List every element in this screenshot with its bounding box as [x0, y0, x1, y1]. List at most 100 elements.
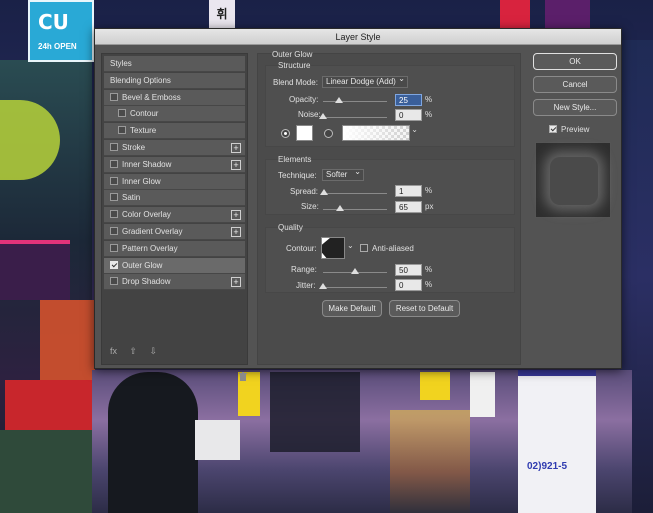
styles-list-item[interactable]: Color Overlay +: [104, 207, 245, 224]
glow-gradient-picker[interactable]: [342, 125, 418, 141]
styles-list-item[interactable]: Drop Shadow +: [104, 274, 245, 291]
style-label: Outer Glow: [122, 260, 163, 270]
spread-label: Spread:: [290, 187, 319, 196]
add-style-icon[interactable]: +: [231, 143, 241, 153]
chevron-down-icon[interactable]: ⌄: [347, 241, 354, 250]
styles-list-item[interactable]: Blending Options: [104, 72, 245, 89]
yellow-sign-2: [420, 372, 450, 400]
reset-to-default-button[interactable]: Reset to Default: [389, 300, 460, 317]
style-label: Pattern Overlay: [122, 243, 178, 253]
style-checkbox[interactable]: [110, 277, 118, 286]
elements-heading: Elements: [278, 155, 312, 164]
new-style-button[interactable]: New Style...: [533, 99, 617, 116]
gradient-radio[interactable]: [324, 129, 333, 138]
add-style-icon[interactable]: +: [231, 227, 241, 237]
move-up-icon[interactable]: ⇧: [130, 346, 138, 356]
add-style-icon[interactable]: +: [231, 159, 241, 170]
range-slider-thumb[interactable]: [351, 268, 359, 274]
style-checkbox[interactable]: [110, 143, 118, 151]
purple-sign: [545, 0, 590, 28]
add-style-icon[interactable]: +: [231, 210, 241, 221]
add-style-icon[interactable]: +: [231, 277, 241, 288]
structure-heading: Structure: [278, 61, 311, 70]
styles-list-item[interactable]: Inner Glow: [104, 173, 245, 190]
styles-list-item[interactable]: Contour: [104, 106, 245, 123]
style-checkbox[interactable]: [110, 210, 118, 219]
noise-input[interactable]: 0: [395, 109, 422, 121]
fx-icon[interactable]: fx: [110, 346, 117, 356]
style-label: Blending Options: [110, 75, 171, 85]
top-sign: 휘: [209, 0, 235, 28]
white-sign: [195, 420, 240, 460]
make-default-button[interactable]: Make Default: [322, 300, 382, 317]
style-checkbox[interactable]: [110, 227, 118, 235]
move-down-icon[interactable]: ⇩: [150, 346, 158, 356]
jitter-slider-thumb[interactable]: [319, 283, 327, 289]
pillar-phone: 02)921-5: [527, 461, 568, 472]
style-label: Drop Shadow: [122, 277, 171, 287]
spread-slider[interactable]: [323, 193, 387, 194]
convenience-store-sign: CU 24h OPEN: [28, 0, 94, 62]
style-label: Gradient Overlay: [122, 227, 183, 236]
store-brand: CU: [38, 10, 69, 34]
jitter-unit: %: [425, 280, 433, 289]
style-checkbox[interactable]: [110, 159, 118, 168]
size-slider[interactable]: [323, 209, 387, 210]
crowd: [270, 372, 360, 452]
noise-unit: %: [425, 110, 433, 119]
styles-list-item[interactable]: Pattern Overlay: [104, 240, 245, 257]
style-checkbox[interactable]: [110, 260, 118, 269]
style-checkbox[interactable]: [110, 243, 118, 252]
contour-label: Contour:: [286, 244, 317, 253]
dialog-title[interactable]: Layer Style: [95, 29, 621, 45]
jitter-slider[interactable]: [323, 287, 387, 288]
solid-color-radio[interactable]: [281, 129, 290, 138]
range-input[interactable]: 50: [395, 264, 422, 276]
spread-unit: %: [425, 186, 433, 195]
styles-list-item[interactable]: Gradient Overlay +: [104, 224, 245, 240]
opacity-slider-thumb[interactable]: [335, 97, 343, 103]
ok-button[interactable]: OK: [533, 53, 617, 70]
styles-list-panel: Styles Blending Options Bevel & Emboss Cont…: [101, 53, 248, 381]
glow-color-swatch[interactable]: [296, 125, 313, 141]
preview-label: Preview: [561, 125, 590, 134]
technique-label: Technique:: [278, 171, 317, 180]
preview-glow-square: [550, 157, 598, 205]
style-checkbox[interactable]: [118, 109, 126, 118]
anti-aliased-checkbox[interactable]: [360, 244, 368, 252]
styles-list-item[interactable]: Styles: [104, 56, 245, 72]
styles-list-item[interactable]: Satin: [104, 190, 245, 207]
opacity-slider[interactable]: [323, 101, 387, 102]
spread-slider-thumb[interactable]: [319, 189, 328, 195]
technique-select[interactable]: Softer: [322, 167, 364, 181]
style-checkbox[interactable]: [110, 176, 118, 185]
cancel-button[interactable]: Cancel: [533, 76, 617, 93]
opacity-input[interactable]: 25: [395, 94, 422, 106]
style-checkbox[interactable]: [110, 92, 118, 101]
noise-slider-thumb[interactable]: [319, 113, 327, 119]
spread-input[interactable]: 1: [395, 185, 422, 197]
size-unit: px: [425, 202, 434, 211]
size-slider-thumb[interactable]: [335, 205, 344, 211]
styles-list-item[interactable]: Texture: [104, 123, 245, 140]
style-checkbox[interactable]: [118, 126, 126, 135]
range-label: Range:: [291, 265, 317, 274]
contour-picker[interactable]: [321, 237, 345, 259]
size-input[interactable]: 65: [395, 201, 422, 213]
noise-slider[interactable]: [323, 117, 387, 118]
styles-list-item[interactable]: Inner Shadow +: [104, 156, 245, 173]
jitter-label: Jitter:: [296, 281, 316, 290]
blend-mode-select[interactable]: Linear Dodge (Add): [322, 74, 408, 88]
store-hours: 24h OPEN: [38, 42, 77, 51]
style-label: Satin: [122, 193, 141, 203]
styles-list-item[interactable]: Stroke +: [104, 140, 245, 156]
style-checkbox[interactable]: [110, 193, 118, 202]
styles-list-item[interactable]: Bevel & Emboss: [104, 89, 245, 106]
jitter-input[interactable]: 0: [395, 279, 422, 291]
styles-list-item[interactable]: Outer Glow: [104, 257, 245, 274]
style-label: Stroke: [122, 143, 146, 152]
preview-checkbox[interactable]: [549, 125, 557, 133]
fx-toolbar: fx ⇧ ⇩: [110, 346, 167, 357]
size-label: Size:: [301, 202, 319, 211]
trash-icon[interactable]: [239, 372, 247, 383]
